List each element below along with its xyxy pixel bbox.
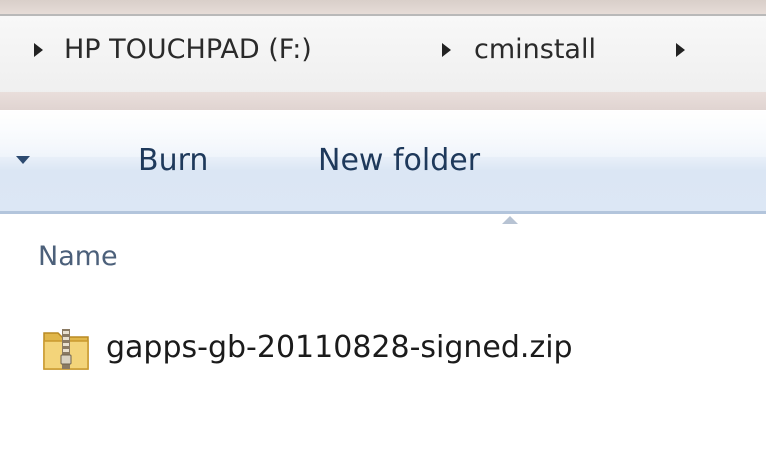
organize-dropdown-arrow-icon[interactable] (16, 156, 30, 164)
window-title-strip (0, 0, 766, 14)
breadcrumb-trailing-arrow-icon[interactable] (676, 43, 685, 57)
breadcrumb-separator-arrow-icon[interactable] (442, 43, 451, 57)
new-folder-button[interactable]: New folder (318, 141, 480, 181)
breadcrumb-item-drive[interactable]: HP TOUCHPAD (F:) (64, 33, 312, 67)
burn-button[interactable]: Burn (138, 141, 208, 181)
breadcrumb-item-folder[interactable]: cminstall (474, 33, 596, 67)
column-header-name[interactable]: Name (38, 238, 118, 276)
file-list-item[interactable]: gapps-gb-20110828-signed.zip (38, 318, 658, 378)
breadcrumb-root-arrow-icon[interactable] (34, 43, 43, 57)
address-bar-gap (0, 92, 766, 110)
file-name[interactable]: gapps-gb-20110828-signed.zip (106, 328, 573, 368)
sort-ascending-icon (502, 216, 518, 224)
command-toolbar: Burn New folder (0, 110, 766, 214)
zip-folder-icon (43, 329, 89, 370)
